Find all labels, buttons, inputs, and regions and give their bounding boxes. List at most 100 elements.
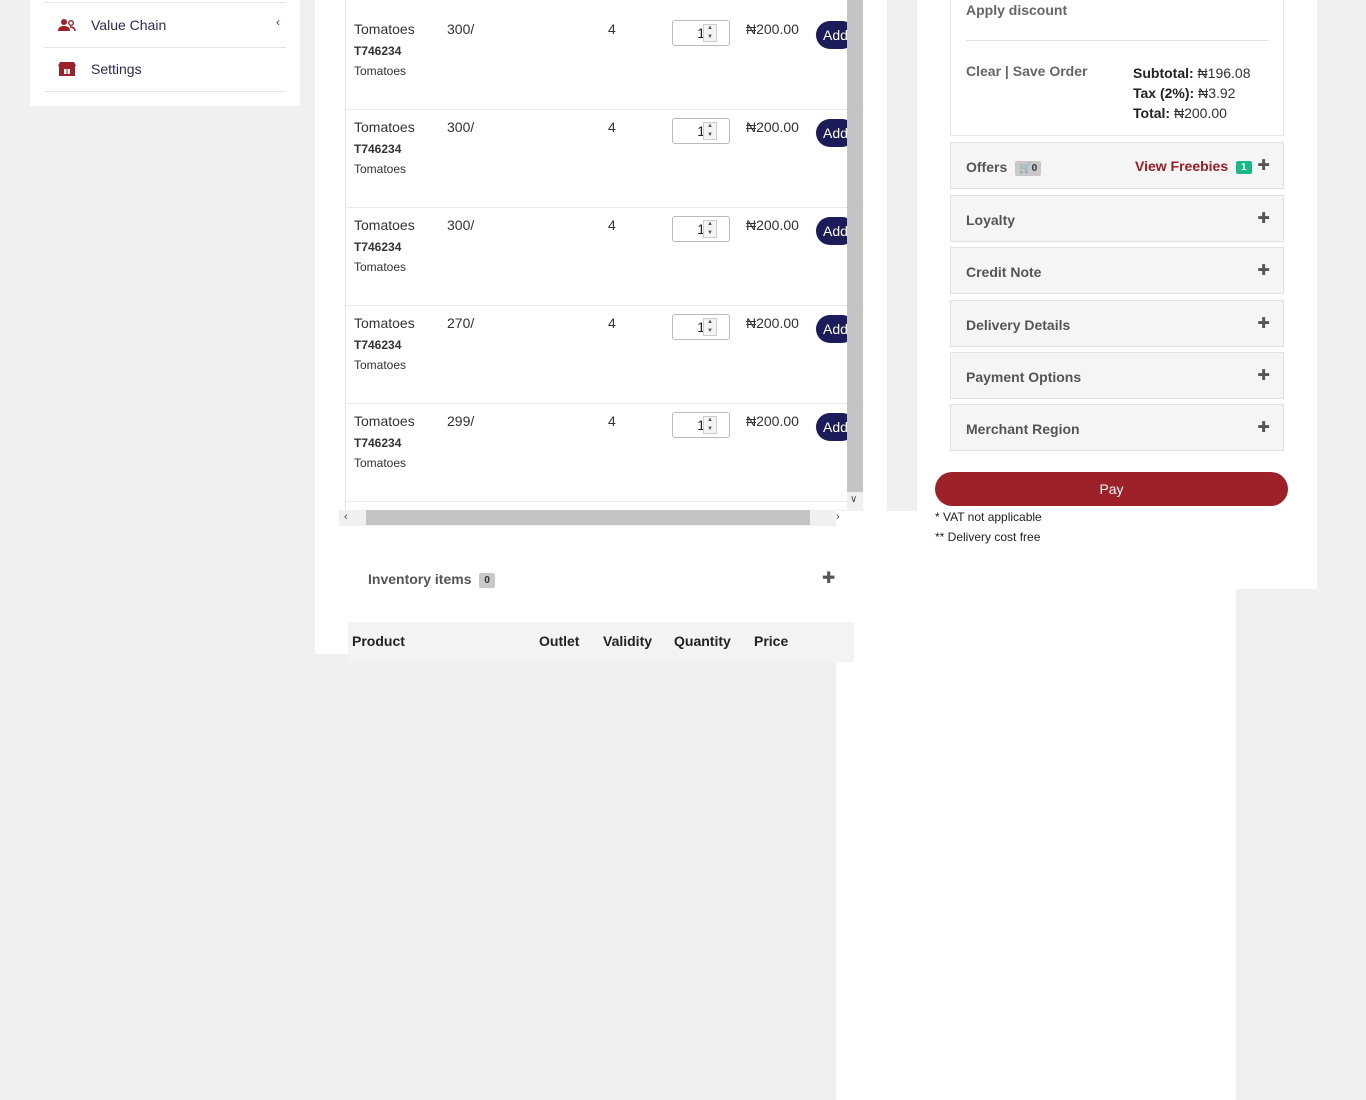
subtotal-value: ₦196.08 [1197,65,1251,81]
offers-accordion[interactable]: Offers 🛒0 View Freebies 1 ✚ [950,142,1284,189]
product-price: 270/ [447,315,475,331]
product-description: Tomatoes [354,358,407,372]
column-header: Outlet [539,633,580,649]
sidebar-item-value-chain[interactable]: Value Chain ‹ [44,2,286,48]
tax-value: ₦3.92 [1198,85,1236,101]
stepper-arrows-icon[interactable]: ▲ ▼ [703,416,717,434]
product-table[interactable]: Tomatoes T746234 Tomatoes 300/ 4 1 ▲ ▼ ₦2… [345,0,864,525]
order-summary: Apply discount Clear | Save Order Subtot… [950,0,1284,136]
view-freebies-link[interactable]: View Freebies 1 [1135,158,1252,174]
quantity-stepper[interactable]: 1 ▲ ▼ [672,314,730,340]
stepper-arrows-icon[interactable]: ▲ ▼ [703,220,717,238]
checkout-panel: Apply discount Clear | Save Order Subtot… [917,0,1317,589]
line-total: ₦200.00 [746,21,799,37]
table-row: Tomatoes T746234 Tomatoes 300/ 4 1 ▲ ▼ ₦2… [346,207,864,306]
accordion-label: Merchant Region [966,421,1080,437]
accordion-label: Loyalty [966,212,1016,228]
table-row: Tomatoes T746234 Tomatoes 270/ 4 1 ▲ ▼ ₦2… [346,305,864,404]
product-name: Tomatoes [354,119,415,135]
sidebar: Value Chain ‹ Settings [30,0,300,106]
product-sku: T746234 [354,240,402,254]
scrollbar-thumb[interactable] [366,510,810,525]
chevron-right-icon[interactable]: › [836,511,1236,1100]
divider [966,40,1269,41]
freebies-count-badge: 1 [1236,160,1252,174]
expand-icon[interactable]: ✚ [1257,261,1270,279]
accordion-payment-options[interactable]: Payment Options ✚ [950,352,1284,399]
product-description: Tomatoes [354,162,407,176]
chevron-left-icon[interactable]: ‹ [344,511,348,523]
product-name: Tomatoes [354,413,415,429]
product-price: 300/ [447,119,475,135]
expand-icon[interactable]: ✚ [1257,366,1270,384]
vat-note: * VAT not applicable [935,510,1042,524]
product-stock: 4 [608,413,616,429]
horizontal-scrollbar[interactable]: ‹ › [339,510,1236,1100]
save-order-link[interactable]: Save Order [1013,63,1088,79]
vertical-scrollbar[interactable]: ∨ [847,0,863,510]
inventory-title[interactable]: Inventory items 0 [368,571,495,588]
product-stock: 4 [608,217,616,233]
quantity-stepper[interactable]: 1 ▲ ▼ [672,216,730,242]
total-value: ₦200.00 [1173,105,1227,121]
expand-icon[interactable]: ✚ [1257,314,1270,332]
inventory-table-header: Product Outlet Validity Quantity Price [348,622,854,662]
quantity-stepper[interactable]: 1 ▲ ▼ [672,118,730,144]
accordion-label: Offers 🛒0 [966,159,1042,176]
accordion-label: Payment Options [966,369,1082,385]
line-total: ₦200.00 [746,217,799,233]
product-sku: T746234 [354,44,402,58]
freebies-label: View Freebies [1135,158,1229,174]
stepper-arrows-icon[interactable]: ▲ ▼ [703,24,717,42]
inventory-title-label: Inventory items [368,571,472,587]
totals: Subtotal: ₦196.08 Tax (2%): ₦3.92 Total:… [1133,63,1250,123]
product-name: Tomatoes [354,217,415,233]
stepper-arrows-icon[interactable]: ▲ ▼ [703,318,717,336]
table-row: Tomatoes T746234 Tomatoes 300/ 4 1 ▲ ▼ ₦2… [346,11,864,110]
quantity-stepper[interactable]: 1 ▲ ▼ [672,412,730,438]
accordion-delivery-details[interactable]: Delivery Details ✚ [950,300,1284,347]
sidebar-item-label: Value Chain [91,17,167,33]
table-row: Tomatoes T746234 Tomatoes 300/ 4 1 ▲ ▼ ₦2… [346,109,864,208]
scrollbar-thumb[interactable] [847,0,863,492]
accordion-loyalty[interactable]: Loyalty ✚ [950,195,1284,242]
product-description: Tomatoes [354,260,407,274]
line-total: ₦200.00 [746,119,799,135]
line-total: ₦200.00 [746,413,799,429]
cart-count: 0 [1031,162,1038,174]
product-sku: T746234 [354,436,402,450]
order-panel: Tomatoes T746234 Tomatoes 300/ 4 1 ▲ ▼ ₦2… [315,0,1236,1100]
product-stock: 4 [608,21,616,37]
accordion-label: Delivery Details [966,317,1071,333]
expand-icon[interactable]: ✚ [1257,209,1270,227]
pay-button[interactable]: Pay [935,472,1288,506]
product-price: 299/ [447,413,475,429]
sidebar-item-settings[interactable]: Settings [44,47,286,92]
expand-icon[interactable]: ✚ [822,568,835,588]
cart-badge: 🛒0 [1015,160,1042,176]
accordion-merchant-region[interactable]: Merchant Region ✚ [950,404,1284,451]
accordion-credit-note[interactable]: Credit Note ✚ [950,247,1284,294]
expand-icon[interactable]: ✚ [1257,418,1270,436]
inventory-count-badge: 0 [479,572,495,588]
product-name: Tomatoes [354,21,415,37]
users-icon [58,16,76,34]
product-price: 300/ [447,217,475,233]
offers-label: Offers [966,159,1008,175]
quantity-stepper[interactable]: 1 ▲ ▼ [672,20,730,46]
order-actions: Clear | Save Order [966,63,1087,79]
product-description: Tomatoes [354,64,407,78]
delivery-note: ** Delivery cost free [935,530,1041,544]
expand-icon[interactable]: ✚ [1257,156,1270,174]
table-row: Tomatoes T746234 Tomatoes 299/ 4 1 ▲ ▼ ₦2… [346,403,864,502]
product-stock: 4 [608,119,616,135]
chevron-down-icon[interactable]: ∨ [850,494,857,505]
product-description: Tomatoes [354,456,407,470]
apply-discount-link[interactable]: Apply discount [966,2,1067,18]
total-label: Total: [1133,105,1171,121]
column-header: Quantity [674,633,731,649]
product-name: Tomatoes [354,315,415,331]
clear-link[interactable]: Clear [966,63,1001,79]
accordion-label: Credit Note [966,264,1042,280]
stepper-arrows-icon[interactable]: ▲ ▼ [703,122,717,140]
